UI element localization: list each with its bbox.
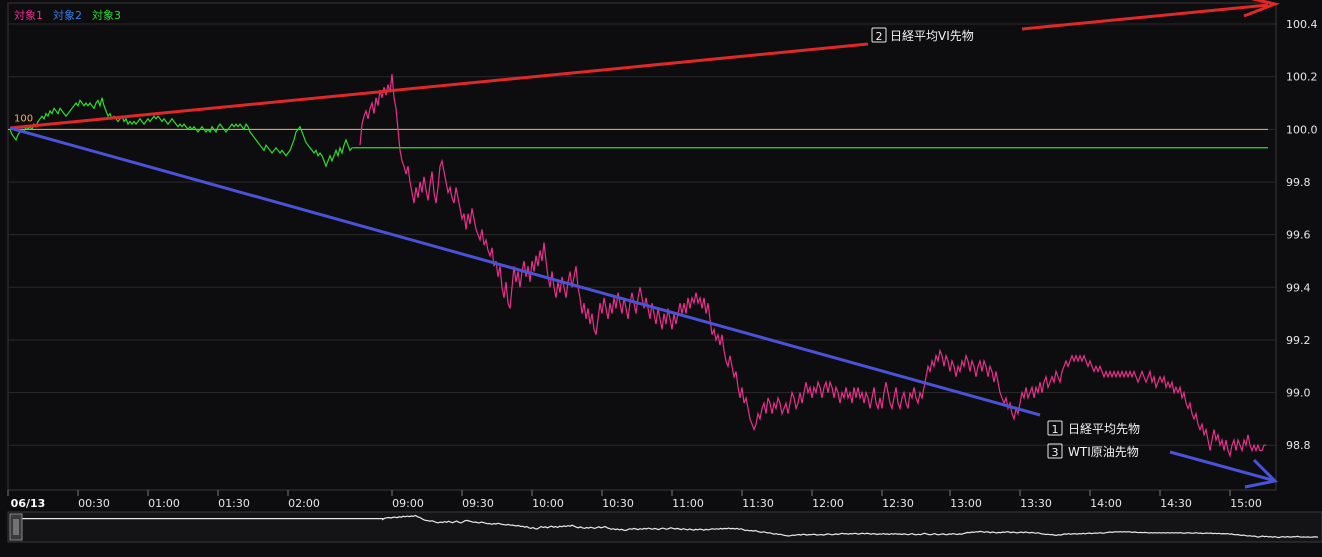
chart-canvas: 100.4100.2100.099.899.699.499.299.098.8 …	[0, 0, 1322, 557]
x-tick-label: 09:30	[462, 497, 494, 510]
annotation-2-number: 2	[876, 30, 883, 43]
x-tick-label: 13:00	[950, 497, 982, 510]
x-tick-label: 14:30	[1160, 497, 1192, 510]
annotation-1-text: 日経平均先物	[1068, 422, 1140, 436]
y-tick-label: 100.4	[1286, 18, 1318, 31]
y-tick-label: 99.6	[1286, 229, 1311, 242]
annotation-1: 1 日経平均先物	[1047, 420, 1140, 436]
legend-item-target1[interactable]: 対象1	[14, 7, 43, 23]
x-tick-label: 10:30	[602, 497, 634, 510]
annotation-3-number: 3	[1052, 446, 1059, 459]
annotation-3: 3 WTI原油先物	[1047, 443, 1139, 459]
annotation-3-text: WTI原油先物	[1068, 445, 1139, 459]
legend-item-target3[interactable]: 対象3	[92, 7, 121, 23]
x-tick-label: 01:00	[148, 497, 180, 510]
legend-item-target2[interactable]: 対象2	[53, 7, 82, 23]
legend: 対象1 対象2 対象3	[14, 7, 121, 23]
x-tick-label: 06/13	[11, 497, 46, 510]
x-tick-label: 09:00	[392, 497, 424, 510]
y-tick-label: 99.8	[1286, 176, 1311, 189]
x-tick-label: 01:30	[218, 497, 250, 510]
x-tick-label: 00:30	[78, 497, 110, 510]
annotation-2-text: 日経平均VI先物	[890, 29, 974, 43]
x-tick-label: 10:00	[532, 497, 564, 510]
x-tick-label: 02:00	[288, 497, 320, 510]
y-tick-label: 98.8	[1286, 439, 1311, 452]
navigator-handle[interactable]	[9, 513, 23, 541]
x-tick-label: 12:00	[812, 497, 844, 510]
navigator-panel[interactable]	[7, 511, 1322, 543]
chart-background	[0, 0, 1322, 557]
x-tick-label: 11:30	[742, 497, 774, 510]
y-tick-label: 100.2	[1286, 71, 1318, 84]
baseline-label: 100	[14, 113, 33, 124]
y-tick-label: 99.0	[1286, 387, 1311, 400]
annotation-1-number: 1	[1052, 423, 1059, 436]
x-tick-label: 15:00	[1230, 497, 1262, 510]
x-tick-label: 12:30	[882, 497, 914, 510]
y-tick-label: 100.0	[1286, 123, 1318, 136]
x-tick-label: 11:00	[672, 497, 704, 510]
y-tick-label: 99.4	[1286, 281, 1311, 294]
x-tick-label: 13:30	[1020, 497, 1052, 510]
y-tick-label: 99.2	[1286, 334, 1311, 347]
x-tick-label: 14:00	[1090, 497, 1122, 510]
